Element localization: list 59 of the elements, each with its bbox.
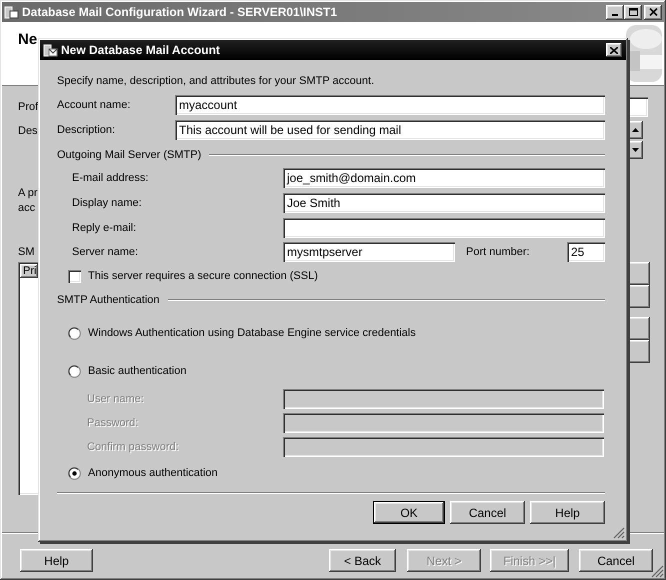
field-label: Des <box>18 124 38 138</box>
radio-label: Basic authentication <box>88 365 186 377</box>
down-arrow-icon <box>632 148 639 152</box>
radio-label: Anonymous authentication <box>88 467 218 479</box>
dialog-title: New Database Mail Account <box>61 43 221 57</box>
input-field[interactable]: Joe Smith <box>283 193 605 213</box>
input-field[interactable]: joe_smith@domain.com <box>283 168 605 188</box>
maximize-icon <box>628 8 638 16</box>
close-button[interactable] <box>606 43 622 57</box>
column-header: Pri <box>20 264 38 278</box>
input-field[interactable]: This account will be used for sending mail <box>175 120 605 140</box>
field-label: Password: <box>87 417 140 429</box>
ok-button[interactable]: OK <box>373 501 445 524</box>
close-icon <box>610 46 618 54</box>
side-button[interactable] <box>628 317 650 340</box>
radio-button[interactable] <box>68 326 81 340</box>
field-label: Port number: <box>466 246 531 258</box>
cancel-button[interactable]: Cancel <box>450 501 525 524</box>
minimize-button[interactable] <box>606 4 624 20</box>
checkbox-label: This server requires a secure connection (SSL) <box>88 270 318 282</box>
input-field[interactable] <box>628 97 648 117</box>
field-label: Server name: <box>72 246 140 258</box>
checkbox[interactable] <box>68 270 81 282</box>
radio-button[interactable] <box>68 466 81 480</box>
page-heading: Ne <box>18 31 38 49</box>
resize-grip-icon[interactable] <box>651 565 664 578</box>
up-arrow-icon <box>632 128 639 132</box>
group-heading: Outgoing Mail Server (SMTP) <box>57 149 202 161</box>
field-label: Display name: <box>72 197 143 209</box>
side-button[interactable] <box>628 285 650 308</box>
window-title: Database Mail Configuration Wizard - SERVER01\INST1 <box>22 5 338 19</box>
instruction-text: Specify name, description, and attributes for your SMTP account. <box>57 74 376 88</box>
info-text: A pr <box>18 186 38 200</box>
cancel-button[interactable]: Cancel <box>579 549 653 572</box>
field-label: User name: <box>87 393 145 405</box>
input-field[interactable]: myaccount <box>175 95 605 115</box>
close-icon <box>648 8 658 16</box>
info-text: acc <box>18 201 36 215</box>
field-label: Prof <box>18 100 38 114</box>
field-label: Reply e-mail: <box>72 222 138 234</box>
group-heading: SMTP Authentication <box>57 294 160 306</box>
field-label: Confirm password: <box>87 441 180 453</box>
field-label: Description: <box>57 124 116 136</box>
side-button[interactable] <box>628 340 650 363</box>
input-field[interactable]: 25 <box>567 242 605 262</box>
input-field[interactable] <box>283 218 605 238</box>
section-label: SM <box>18 245 34 259</box>
radio-button[interactable] <box>68 364 81 378</box>
radio-label: Windows Authentication using Database Engine service credentials <box>88 327 416 339</box>
help-button[interactable]: Help <box>530 501 605 524</box>
help-button[interactable]: Help <box>20 549 93 572</box>
back-button[interactable]: < Back <box>329 549 396 572</box>
field-label: E-mail address: <box>72 172 150 184</box>
maximize-button[interactable] <box>624 4 642 20</box>
resize-grip-icon[interactable] <box>613 527 625 539</box>
side-button[interactable] <box>628 262 650 285</box>
input-field[interactable]: mysmtpserver <box>283 242 455 262</box>
close-button[interactable] <box>644 4 662 20</box>
field-label: Account name: <box>57 99 132 111</box>
